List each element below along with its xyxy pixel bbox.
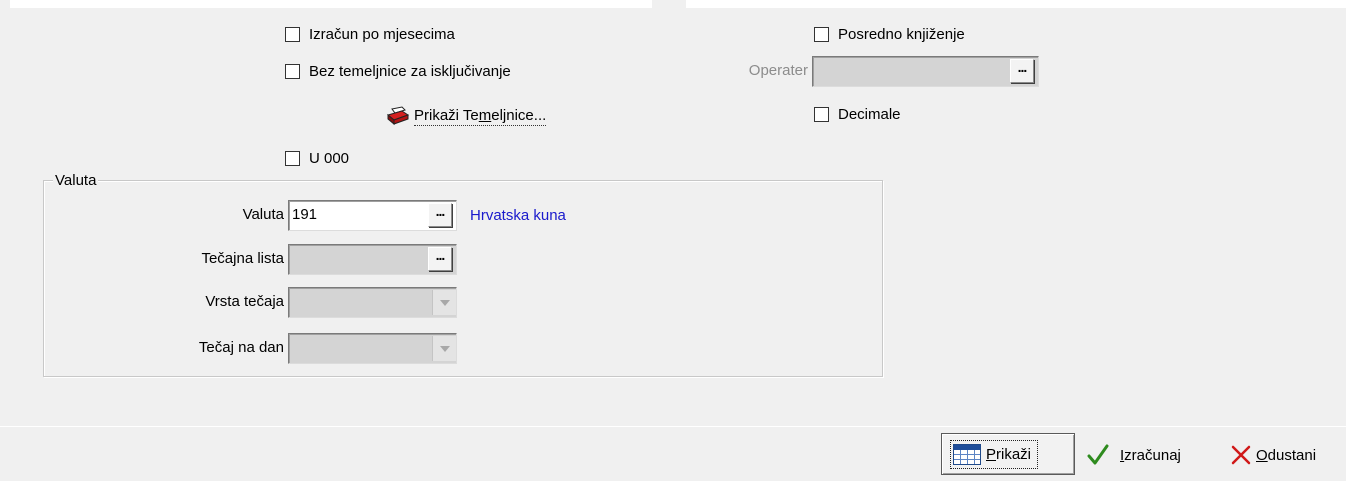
checkbox-label: Posredno knjiženje	[838, 25, 965, 43]
checkbox-box[interactable]	[285, 63, 300, 79]
bez-temeljnice-checkbox[interactable]: Bez temeljnice za isključivanje	[285, 61, 511, 81]
izracun-po-mjesecima-checkbox[interactable]: Izračun po mjesecima	[285, 24, 455, 44]
checkbox-label: Decimale	[838, 105, 901, 123]
checkbox-box[interactable]	[814, 106, 829, 122]
izracunaj-button-label: Izračunaj	[1120, 446, 1181, 464]
odustani-button-label: Odustani	[1256, 446, 1317, 464]
checkbox-label: U 000	[309, 149, 350, 167]
chevron-down-icon	[432, 290, 456, 315]
checkbox-label: Bez temeljnice za isključivanje	[309, 62, 511, 80]
operater-field	[812, 56, 1039, 87]
valuta-label: Valuta	[242, 206, 284, 223]
checkbox-label: Izračun po mjesecima	[309, 25, 455, 43]
tecaj-na-dan-label: Tečaj na dan	[198, 339, 284, 356]
checkbox-box[interactable]	[285, 26, 300, 42]
valuta-browse-button[interactable]: ...	[428, 203, 452, 227]
prikazi-button[interactable]: Prikaži	[941, 433, 1075, 475]
tecajna-lista-browse-button[interactable]: ...	[428, 247, 452, 271]
valuta-group-title: Valuta	[53, 172, 99, 190]
close-icon	[1231, 445, 1251, 465]
checkbox-box[interactable]	[814, 26, 829, 42]
prikazi-button-label: Prikaži	[986, 445, 1032, 463]
form-panel: Izračun po mjesecima Bez temeljnice za i…	[0, 0, 1346, 428]
decimale-checkbox[interactable]: Decimale	[814, 104, 901, 124]
u-000-checkbox[interactable]: U 000	[285, 148, 349, 168]
chevron-down-icon	[432, 336, 456, 361]
izracunaj-button[interactable]: Izračunaj	[1086, 440, 1181, 470]
prikazi-temeljnice-label: Prikaži Temeljnice...	[414, 107, 547, 126]
prikazi-button-focus: Prikaži	[950, 439, 1039, 469]
prikazi-temeljnice-button[interactable]: Prikaži Temeljnice...	[386, 104, 547, 128]
tecajna-lista-label: Tečajna lista	[201, 250, 284, 267]
odustani-button[interactable]: Odustani	[1230, 440, 1316, 470]
checkbox-box[interactable]	[285, 150, 300, 166]
operater-browse-button[interactable]: ...	[1010, 59, 1034, 83]
print-icon	[386, 106, 410, 126]
tab-strip	[0, 0, 1346, 8]
posredno-knjizenje-checkbox[interactable]: Posredno knjiženje	[814, 24, 965, 44]
operater-label: Operater	[748, 62, 808, 79]
calendar-table-icon	[953, 443, 981, 465]
vrsta-tecaja-label: Vrsta tečaja	[205, 293, 284, 310]
checkmark-icon	[1087, 444, 1109, 465]
valuta-description: Hrvatska kuna	[470, 207, 566, 224]
